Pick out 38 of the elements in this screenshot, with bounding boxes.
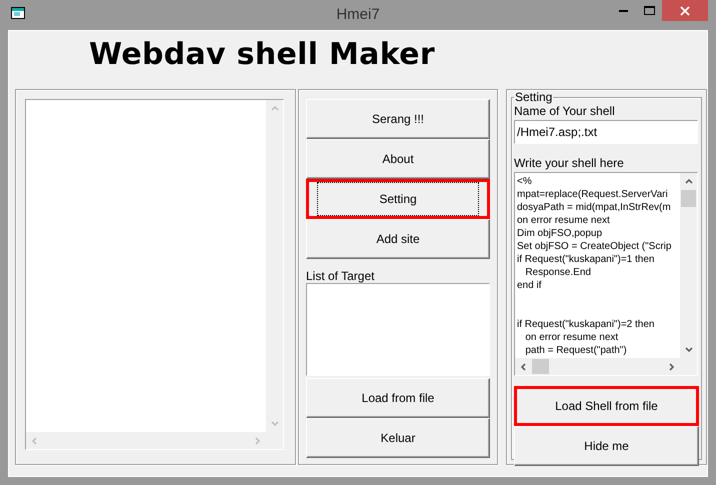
scroll-left-icon[interactable] <box>520 362 528 370</box>
code-line: end if <box>517 279 542 292</box>
window-title: Hmei7 <box>336 6 380 23</box>
app-heading: Webdav shell Maker <box>89 37 436 74</box>
field-label: Name of Your shell <box>514 104 616 118</box>
shell-name-field[interactable]: /Hmei7.asp;.txt <box>514 120 698 144</box>
scroll-up-icon[interactable] <box>684 178 692 186</box>
scroll-right-icon[interactable] <box>668 362 676 370</box>
action-button[interactable]: Hide me <box>514 426 699 466</box>
code-line: on error resume next <box>524 331 618 344</box>
minimize-icon[interactable] <box>618 9 628 12</box>
maximize-icon[interactable] <box>644 6 654 15</box>
scrollbar-thumb[interactable] <box>681 190 696 207</box>
code-line: if Request("kuskapani")=1 then <box>517 253 654 266</box>
code-line: Set objFSO = CreateObject ("Scrip <box>517 240 672 253</box>
group-title: Setting <box>514 90 554 104</box>
code-line: Dim objFSO,popup <box>517 227 602 240</box>
code-line: Response.End <box>524 266 591 279</box>
app-icon <box>11 7 25 19</box>
scroll-down-icon[interactable] <box>684 346 692 354</box>
code-line: on error resume next <box>517 214 610 227</box>
action-button[interactable]: Serang !!! <box>306 99 490 139</box>
action-button[interactable]: Keluar <box>306 418 490 458</box>
code-line: <% <box>517 175 532 188</box>
code-line: dosyaPath = mid(mpat,InStrRev(m <box>517 201 671 214</box>
action-button[interactable]: Setting <box>306 179 490 219</box>
code-line: if Request("kuskapani")=2 then <box>517 318 654 331</box>
code-line: mpat=replace(Request.ServerVari <box>517 188 668 201</box>
scrollbar-thumb[interactable] <box>532 359 549 374</box>
action-button[interactable]: Load Shell from file <box>514 386 699 426</box>
code-editor[interactable] <box>514 172 698 376</box>
field-label: Write your shell here <box>514 156 625 170</box>
action-button[interactable]: Load from file <box>306 378 490 418</box>
action-button[interactable]: About <box>306 139 490 179</box>
action-button[interactable]: Add site <box>306 219 490 259</box>
close-icon[interactable] <box>680 6 690 16</box>
code-line: path = Request("path") <box>524 344 627 357</box>
list-label: List of Target <box>306 269 376 283</box>
